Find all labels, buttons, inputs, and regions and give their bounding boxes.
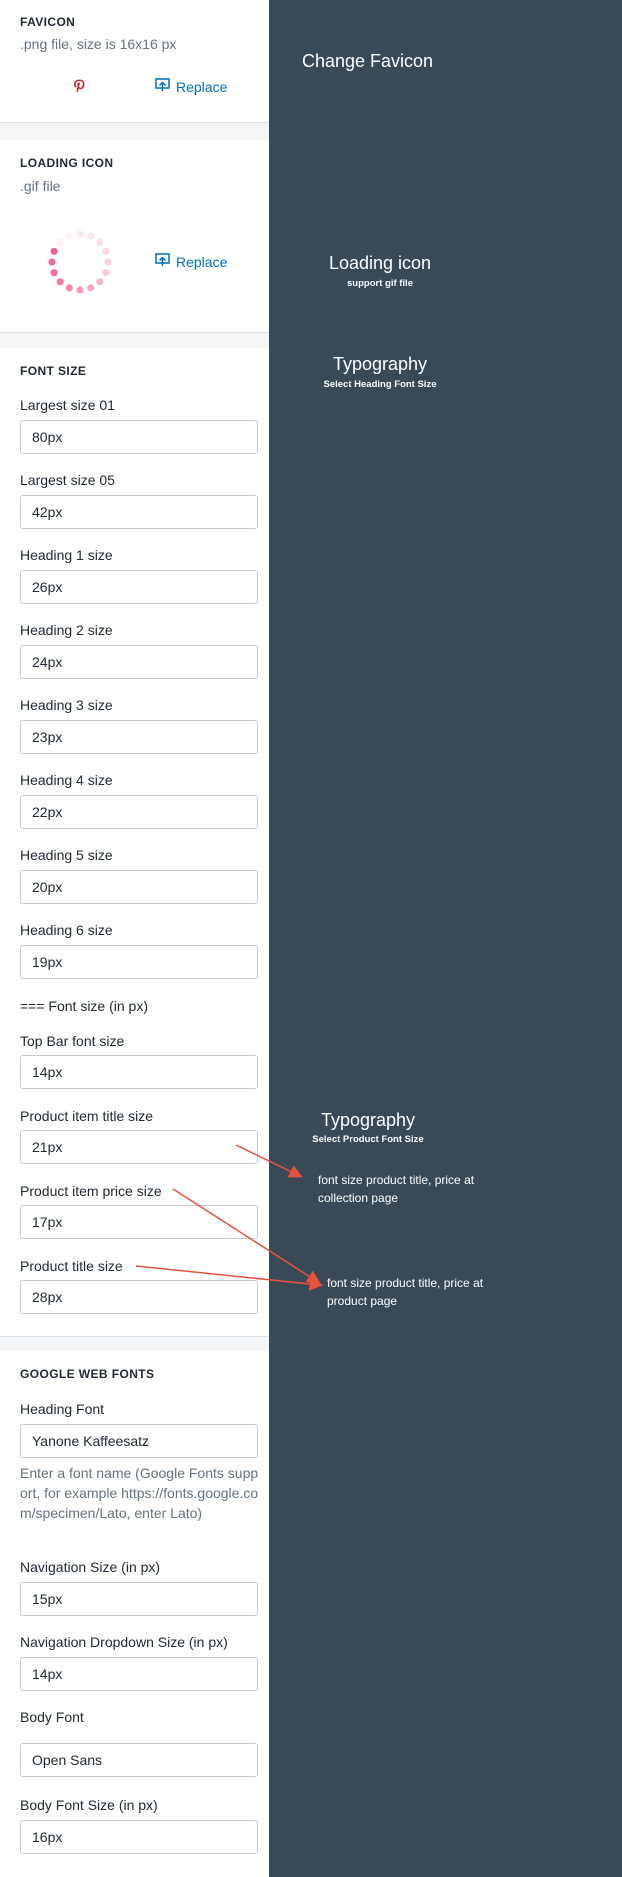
arrow-product-title-to-product-note [135,1265,323,1291]
arrow-price-to-product-note [172,1188,321,1284]
annotation-arrows [135,1144,323,1291]
arrow-title-to-collection-note [235,1144,303,1178]
